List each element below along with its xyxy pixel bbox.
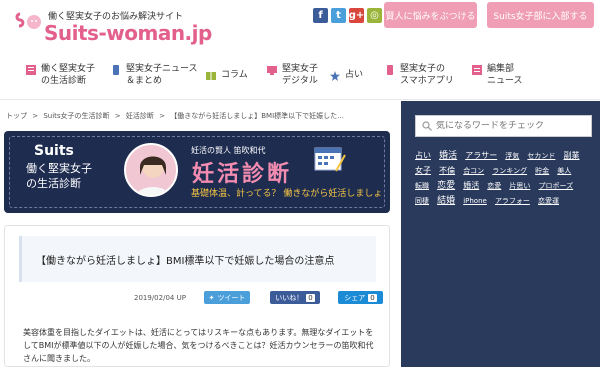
social-links: f t g+ ◎ xyxy=(313,8,382,23)
share-button[interactable]: シェア 0 xyxy=(338,291,383,304)
banner-brand: Suits xyxy=(34,143,74,159)
breadcrumb-category[interactable]: Suits女子の生活診断 xyxy=(43,112,109,120)
breadcrumb-separator: > xyxy=(32,112,39,120)
nav-label: ＆まとめ xyxy=(126,76,163,86)
tag-link[interactable]: 副業 xyxy=(563,151,579,160)
article-card: 【働きながら妊活しましょ】BMI標準以下で妊娠した場合の注意点 2019/02/… xyxy=(4,225,390,367)
nav-label: 堅実女子 xyxy=(282,64,319,74)
monitor-icon xyxy=(267,66,277,75)
tag-link[interactable]: 恋愛 xyxy=(437,181,455,191)
banner-title: 妊活診断 xyxy=(192,162,293,187)
banner-subtitle-line: の生活診断 xyxy=(26,177,81,190)
feedly-icon[interactable]: ◎ xyxy=(367,8,382,23)
breadcrumb: トップ > Suits女子の生活診断 > 妊活診断 > 【働きながら妊活しましょ… xyxy=(6,111,347,121)
ask-sage-button[interactable]: 賢人に悩みをぶつける xyxy=(384,2,477,28)
logo-icon[interactable] xyxy=(14,8,42,38)
twitter-icon[interactable]: t xyxy=(331,8,346,23)
tweet-label: ツイート xyxy=(217,293,246,302)
tag-link[interactable]: 美人 xyxy=(557,167,571,175)
tag-link[interactable]: 貯金 xyxy=(535,167,549,175)
tag-link[interactable]: 転職 xyxy=(415,182,429,190)
share-count: 0 xyxy=(368,293,377,302)
banner-catchphrase: 基礎体温、計ってる？ 働きながら妊活しましょ xyxy=(191,189,383,199)
breadcrumb-subcategory[interactable]: 妊活診断 xyxy=(126,112,154,120)
nav-label: 働く堅実女子 xyxy=(41,64,96,74)
banner-subtitle-line: 働く堅実女子 xyxy=(26,162,92,175)
nav-label: スマホアプリ xyxy=(400,76,454,86)
breadcrumb-separator: > xyxy=(159,112,166,120)
tag-link[interactable]: 恋愛 xyxy=(487,182,501,190)
twitter-icon: ✦ xyxy=(208,293,215,302)
nav-label: ニュース xyxy=(487,76,523,86)
join-club-button[interactable]: Suits女子部に入部する xyxy=(487,2,594,28)
star-icon xyxy=(330,71,340,81)
article-title: 【働きながら妊活しましょ】BMI標準以下で妊娠した場合の注意点 xyxy=(36,256,335,267)
tag-link[interactable]: 婚活 xyxy=(439,151,457,161)
tag-link[interactable]: 片思い xyxy=(509,182,530,190)
article-title-box: 【働きながら妊活しましょ】BMI標準以下で妊娠した場合の注意点 xyxy=(19,236,376,282)
nav-item-fortune[interactable]: 占い xyxy=(330,69,363,81)
breadcrumb-current: 【働きながら妊活しましょ】BMI標準以下で妊娠した... xyxy=(170,112,344,120)
nav-item-lifestyle-diagnosis[interactable]: 働く堅実女子 の生活診断 xyxy=(26,63,95,87)
article-body: 美容体重を目指したダイエットは、妊活にとってはリスキーな点もあります。無理なダイ… xyxy=(23,328,374,363)
nav-label: 占い xyxy=(345,70,364,80)
nav-item-app[interactable]: 堅実女子のスマホアプリ xyxy=(385,63,454,87)
tag-link[interactable]: 結婚 xyxy=(437,196,455,206)
tweet-button[interactable]: ✦ ツイート xyxy=(204,291,250,304)
article-date: 2019/02/04 UP xyxy=(134,294,186,302)
keyword-tags: 占い 婚活 アラサー 浮気 セカンド 副業 女子 不倫 合コン ランキング 貯金… xyxy=(415,147,593,207)
tag-link[interactable]: iPhone xyxy=(463,197,487,205)
nav-label: 堅実女子ニュース xyxy=(126,64,198,74)
category-banner[interactable]: Suits 働く堅実女子 の生活診断 妊活の賢人 笛吹和代 妊活診断 基礎体温、… xyxy=(4,131,390,213)
nav-item-digital[interactable]: 堅実女子 デジタル xyxy=(267,63,318,87)
main-nav: 働く堅実女子 の生活診断 堅実女子ニュース ＆まとめ コラム 堅実女子デジタル 占い… xyxy=(0,55,600,100)
nav-label: デジタル xyxy=(282,76,318,86)
breadcrumb-top[interactable]: トップ xyxy=(6,112,27,120)
tag-link[interactable]: 女子 xyxy=(415,166,431,175)
share-label: シェア xyxy=(344,293,366,302)
nav-label: 編集部 xyxy=(487,64,515,74)
google-plus-icon[interactable]: g+ xyxy=(349,8,364,23)
tag-link[interactable]: 同棲 xyxy=(415,197,429,205)
tag-link[interactable]: アラサー xyxy=(465,151,497,160)
site-header: 働く堅実女子のお悩み解決サイト Suits-woman.jp f t g+ ◎ … xyxy=(0,0,600,55)
tag-link[interactable]: 浮気 xyxy=(505,152,519,160)
tag-link[interactable]: 恋愛運 xyxy=(538,197,559,205)
breadcrumb-separator: > xyxy=(114,112,121,120)
book-icon xyxy=(206,72,216,80)
site-logo[interactable]: Suits-woman.jp xyxy=(44,21,212,45)
nav-label: 堅実女子の xyxy=(400,64,446,74)
facebook-icon[interactable]: f xyxy=(313,8,328,23)
search-icon xyxy=(422,121,432,131)
search-box[interactable] xyxy=(415,115,592,137)
tag-link[interactable]: 占い xyxy=(415,151,431,160)
tag-link[interactable]: 婚活 xyxy=(463,181,479,190)
calendar-icon xyxy=(314,147,346,172)
tag-link[interactable]: 合コン xyxy=(463,167,484,175)
phone-icon xyxy=(387,65,393,75)
banner-expert-name: 妊活の賢人 笛吹和代 xyxy=(191,146,266,155)
tag-link[interactable]: セカンド xyxy=(527,152,555,160)
tag-link[interactable]: 不倫 xyxy=(439,166,455,175)
tag-link[interactable]: ランキング xyxy=(492,167,527,175)
like-label: いいね！ xyxy=(275,293,304,302)
expert-photo xyxy=(124,143,178,197)
nav-item-editorial[interactable]: 編集部 ニュース xyxy=(472,63,523,87)
tag-link[interactable]: アラフォー xyxy=(495,197,530,205)
mobile-icon xyxy=(113,65,119,75)
list-icon xyxy=(26,65,36,75)
nav-item-column[interactable]: コラム xyxy=(206,69,248,81)
like-count: 0 xyxy=(306,293,315,302)
news-icon xyxy=(472,65,482,75)
sidebar: 占い 婚活 アラサー 浮気 セカンド 副業 女子 不倫 合コン ランキング 貯金… xyxy=(401,101,600,367)
tag-link[interactable]: プロポーズ xyxy=(538,182,573,190)
nav-item-news[interactable]: 堅実女子ニュース ＆まとめ xyxy=(111,63,198,87)
nav-label: コラム xyxy=(221,70,248,80)
search-input[interactable] xyxy=(436,121,586,131)
banner-subtitle: 働く堅実女子 の生活診断 xyxy=(26,161,92,191)
like-button[interactable]: いいね！ 0 xyxy=(270,291,320,304)
nav-label: の生活診断 xyxy=(41,76,87,86)
